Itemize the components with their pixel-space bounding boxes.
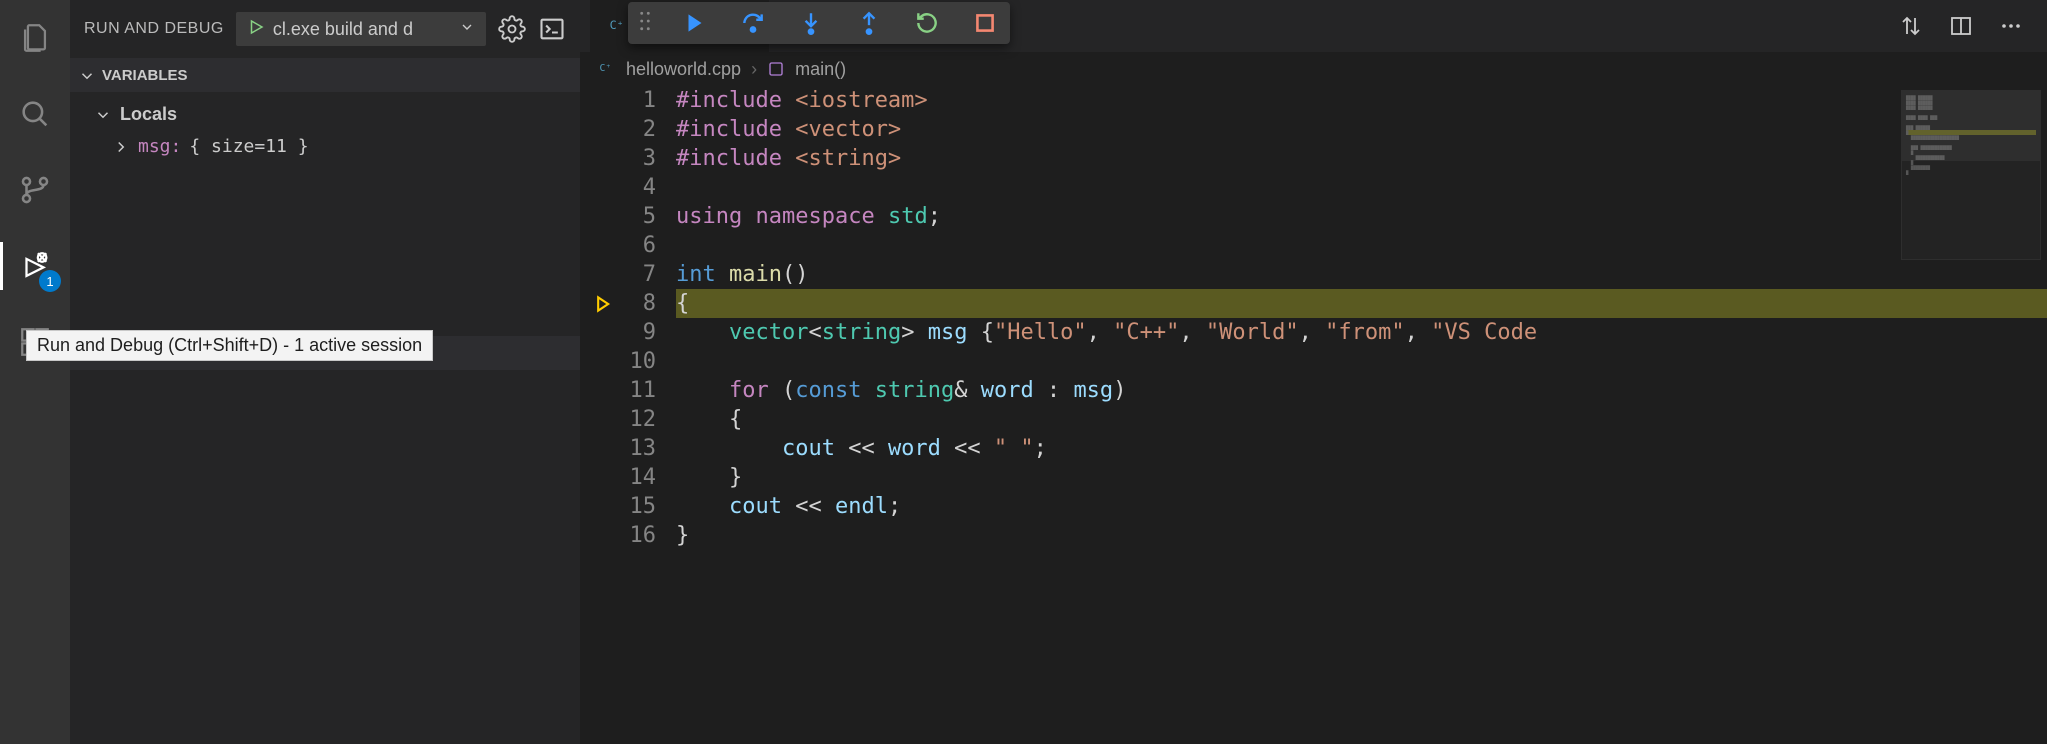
step-out-button[interactable] — [854, 8, 884, 38]
code-content[interactable]: #include <iostream>#include <vector>#inc… — [676, 86, 2047, 744]
chevron-right-icon — [112, 138, 130, 156]
gear-icon — [498, 15, 526, 43]
files-icon — [18, 21, 52, 55]
restart-button[interactable] — [912, 8, 942, 38]
code-editor[interactable]: 12345678910111213141516 #include <iostre… — [580, 86, 2047, 744]
variables-section-header[interactable]: VARIABLES — [70, 58, 580, 92]
step-over-icon — [740, 10, 766, 36]
activity-search[interactable] — [11, 90, 59, 138]
activity-run-debug[interactable]: 1 — [11, 242, 59, 290]
minimap[interactable]: ████ ██████████ ██████████ ██████ ████ █… — [1901, 90, 2041, 260]
split-icon — [1949, 14, 1973, 38]
current-line-glyph-icon — [594, 294, 614, 314]
play-icon — [247, 18, 265, 41]
settings-gear-button[interactable] — [498, 15, 526, 43]
debug-side-panel: RUN AND DEBUG cl.exe build and d VARIABL… — [70, 0, 580, 744]
continue-icon — [682, 10, 708, 36]
variable-msg[interactable]: msg: { size=11 } — [94, 130, 580, 162]
svg-text:C⁺: C⁺ — [610, 18, 624, 32]
locals-label: Locals — [120, 104, 177, 125]
chevron-down-icon — [459, 19, 475, 40]
variables-label: VARIABLES — [102, 67, 188, 84]
svg-text:C⁺: C⁺ — [600, 62, 612, 73]
ellipsis-icon — [1999, 14, 2023, 38]
glyph-margin — [580, 86, 620, 744]
step-into-button[interactable] — [796, 8, 826, 38]
panel-title: RUN AND DEBUG — [84, 20, 224, 38]
line-numbers: 12345678910111213141516 — [620, 86, 676, 744]
stop-icon — [972, 10, 998, 36]
step-into-icon — [798, 10, 824, 36]
variable-value: { size=11 } — [189, 136, 308, 157]
panel-header: RUN AND DEBUG cl.exe build and d — [70, 0, 580, 58]
step-over-button[interactable] — [738, 8, 768, 38]
chevron-right-icon: › — [751, 59, 757, 80]
chevron-down-icon — [94, 106, 112, 124]
search-icon — [18, 97, 52, 131]
chevron-down-icon — [78, 67, 96, 85]
continue-button[interactable] — [680, 8, 710, 38]
activity-explorer[interactable] — [11, 14, 59, 62]
debug-badge: 1 — [39, 270, 61, 292]
symbol-method-icon — [767, 60, 785, 78]
split-editor-button[interactable] — [1947, 12, 1975, 40]
variable-name: msg: — [138, 136, 181, 157]
drag-handle-icon[interactable] — [638, 10, 652, 37]
activity-bar: 1 — [0, 0, 70, 744]
debug-config-name: cl.exe build and d — [273, 19, 451, 40]
cpp-file-icon: C⁺ — [608, 14, 628, 39]
debug-toolbar[interactable] — [628, 2, 1010, 44]
stop-button[interactable] — [970, 8, 1000, 38]
step-out-icon — [856, 10, 882, 36]
locals-scope[interactable]: Locals — [94, 98, 580, 130]
activity-source-control[interactable] — [11, 166, 59, 214]
debug-config-selector[interactable]: cl.exe build and d — [236, 12, 486, 46]
restart-icon — [914, 10, 940, 36]
branch-icon — [18, 173, 52, 207]
terminal-icon — [538, 15, 566, 43]
more-actions-button[interactable] — [1997, 12, 2025, 40]
breadcrumb-symbol: main() — [795, 59, 846, 80]
compare-changes-button[interactable] — [1897, 12, 1925, 40]
editor-area: C⁺ helloworld.cpp C⁺ helloworld.cpp › ma… — [580, 0, 2047, 744]
compare-icon — [1899, 14, 1923, 38]
cpp-file-icon: C⁺ — [598, 58, 616, 81]
tabbar-actions — [1897, 12, 2047, 40]
breadcrumb-file: helloworld.cpp — [626, 59, 741, 80]
activity-tooltip: Run and Debug (Ctrl+Shift+D) - 1 active … — [26, 330, 433, 361]
variables-body: Locals msg: { size=11 } — [70, 92, 580, 168]
debug-console-button[interactable] — [538, 15, 566, 43]
breadcrumb[interactable]: C⁺ helloworld.cpp › main() — [580, 52, 2047, 86]
